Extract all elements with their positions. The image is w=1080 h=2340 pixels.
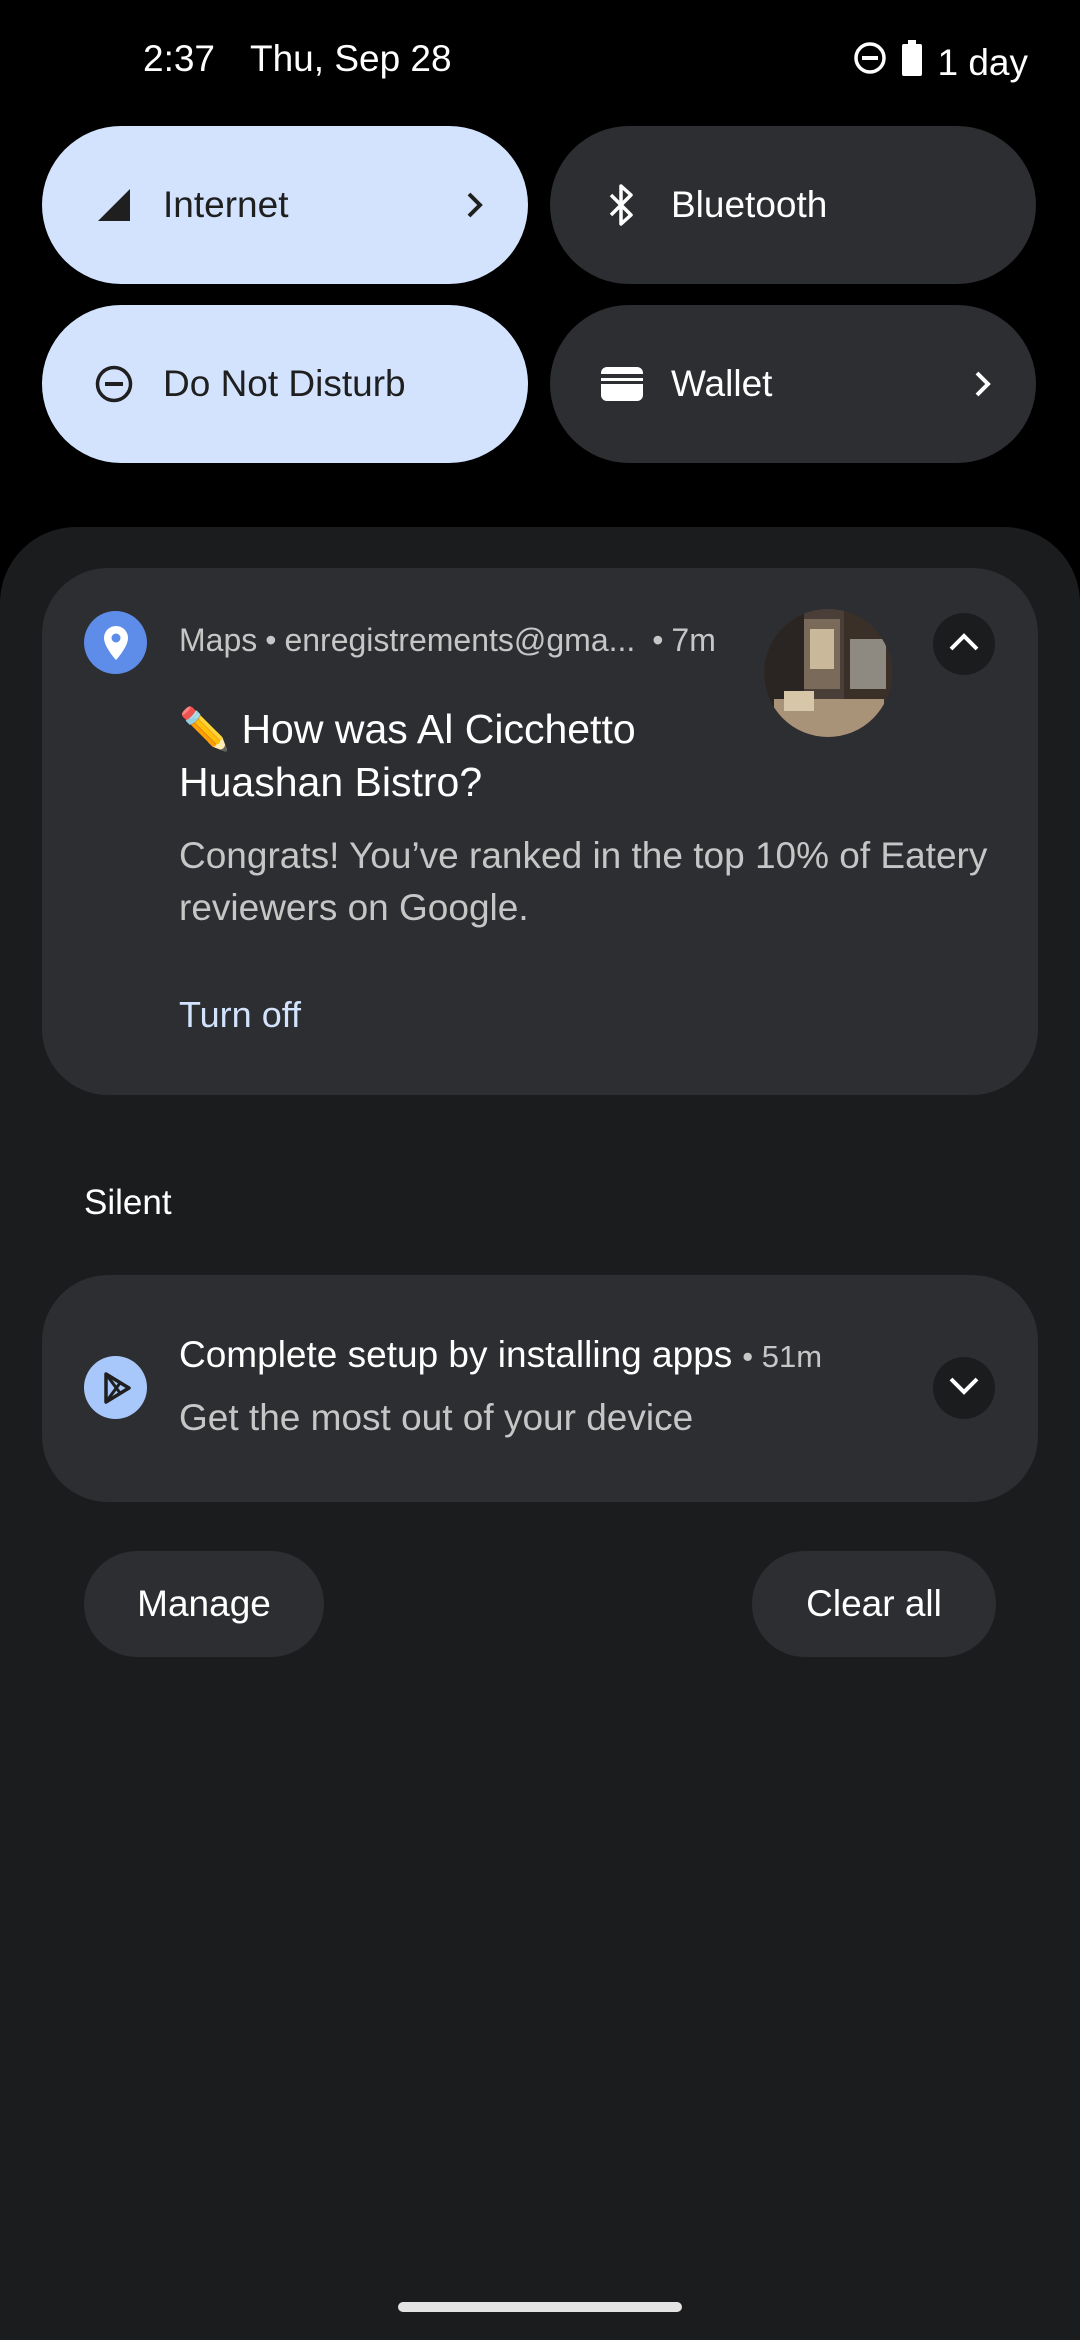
maps-notification-header: Maps • enregistrements@gma... • 7m <box>179 622 716 658</box>
map-pin-icon <box>84 611 147 674</box>
app-name: Maps <box>179 622 258 658</box>
wallet-icon <box>600 362 644 406</box>
setup-notification-body: Get the most out of your device <box>179 1397 694 1438</box>
tile-do-not-disturb-label: Do Not Disturb <box>163 363 406 404</box>
status-date: Thu, Sep 28 <box>250 38 452 79</box>
chevron-right-icon <box>968 369 998 399</box>
play-store-icon <box>84 1356 147 1419</box>
expand-notification-button[interactable] <box>933 1357 995 1419</box>
chevron-down-icon <box>948 1376 980 1401</box>
collapse-notification-button[interactable] <box>933 613 995 675</box>
tile-internet[interactable]: Internet <box>42 126 528 284</box>
silent-section-label: Silent <box>84 1183 172 1222</box>
tile-internet-label: Internet <box>163 184 289 225</box>
setup-notification-card[interactable] <box>42 1275 1038 1502</box>
tile-wallet[interactable]: Wallet <box>550 305 1036 463</box>
tile-do-not-disturb[interactable]: Do Not Disturb <box>42 305 528 463</box>
signal-icon <box>92 183 136 227</box>
tile-bluetooth-label: Bluetooth <box>671 184 828 225</box>
clear-all-button[interactable]: Clear all <box>752 1551 996 1657</box>
tile-bluetooth[interactable]: Bluetooth <box>550 126 1036 284</box>
restaurant-thumbnail <box>764 609 892 737</box>
account-name: enregistrements@gma... <box>284 622 636 658</box>
maps-notification-title: ✏️ How was Al Cicchetto Huashan Bistro? <box>179 706 636 805</box>
setup-notification-time: • 51m <box>742 1339 823 1374</box>
setup-notification-header: Complete setup by installing apps • 51m <box>179 1334 822 1376</box>
status-time: 2:37 <box>143 38 216 79</box>
do-not-disturb-icon <box>853 41 887 84</box>
notification-time: 7m <box>671 622 716 658</box>
tile-wallet-label: Wallet <box>671 363 773 404</box>
battery-text: 1 day <box>937 41 1028 83</box>
turn-off-button[interactable]: Turn off <box>179 994 301 1036</box>
chevron-right-icon <box>460 190 490 220</box>
maps-notification-body: Congrats! You’ve ranked in the top 10% o… <box>179 835 988 928</box>
setup-notification-title: Complete setup by installing apps <box>179 1334 733 1375</box>
status-indicators: 1 day <box>853 40 1028 85</box>
chevron-up-icon <box>948 632 980 657</box>
do-not-disturb-icon <box>92 362 136 406</box>
home-indicator[interactable] <box>398 2302 682 2312</box>
manage-button[interactable]: Manage <box>84 1551 324 1657</box>
status-bar: 2:37 Thu, Sep 28 1 day <box>0 0 1080 120</box>
bluetooth-icon <box>600 183 644 227</box>
battery-icon <box>901 40 923 85</box>
